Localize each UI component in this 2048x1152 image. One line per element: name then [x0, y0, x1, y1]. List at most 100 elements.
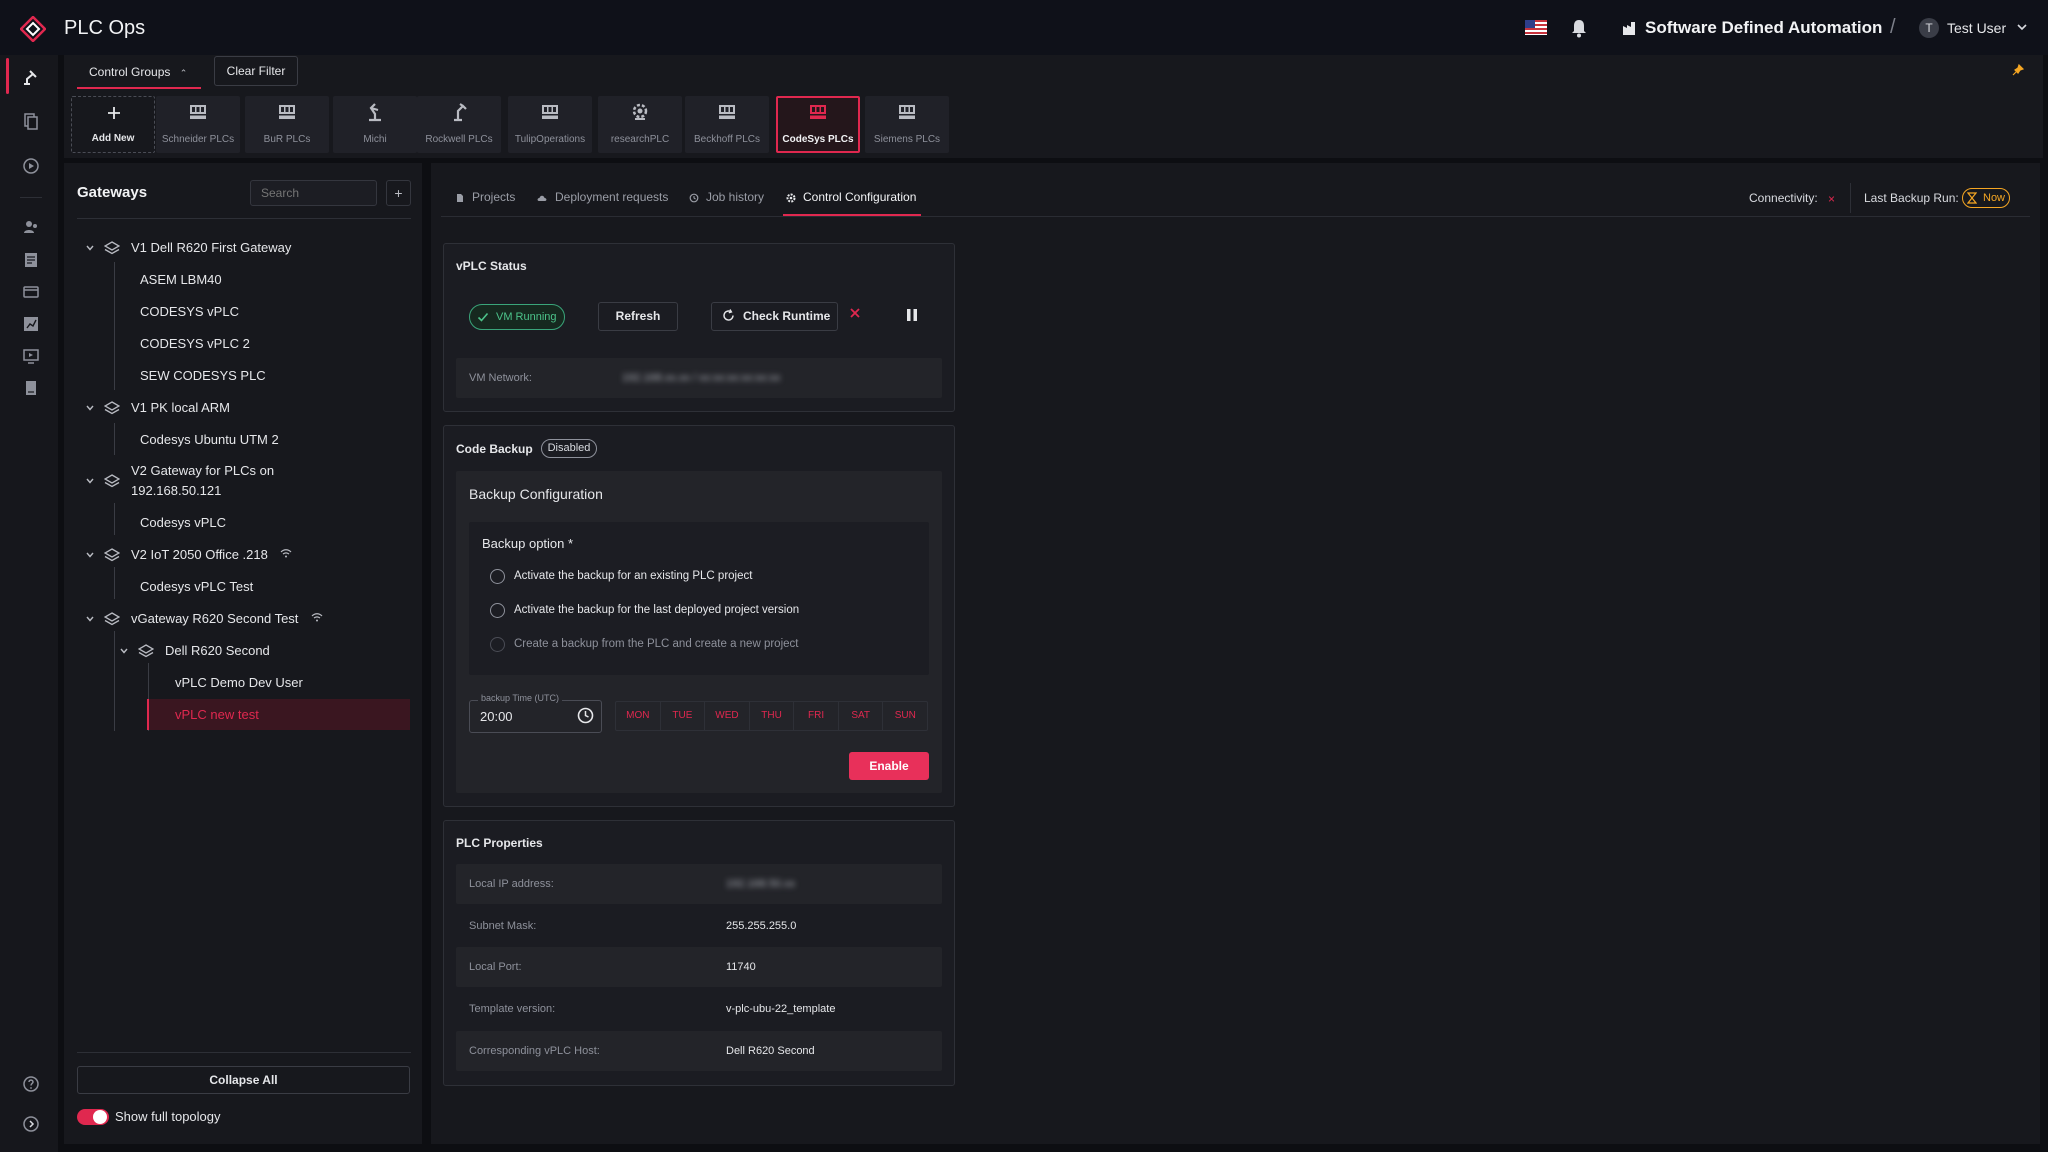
day-toggle-tue[interactable]: TUE [661, 702, 706, 730]
chevron-down-icon[interactable] [85, 403, 95, 413]
gateway-layers-icon [104, 401, 120, 415]
last-backup-label: Last Backup Run: [1864, 191, 1959, 205]
gateway-search-input[interactable] [250, 180, 377, 206]
play-circle-icon[interactable] [22, 157, 40, 175]
help-icon[interactable] [22, 1075, 40, 1093]
tree-guide-line [114, 423, 115, 455]
tree-gateway-label[interactable]: vGateway R620 Second Test [131, 611, 298, 626]
documents-icon[interactable] [22, 112, 40, 130]
enable-backup-button[interactable]: Enable [849, 752, 929, 780]
monitor-icon[interactable] [22, 347, 40, 365]
day-toggle-sun[interactable]: SUN [883, 702, 927, 730]
user-name[interactable]: Test User [1947, 20, 2006, 36]
group-tile-label: researchPLC [610, 134, 670, 145]
tree-plc-item[interactable]: CODESYS vPLC [140, 304, 239, 319]
tree-plc-item[interactable]: Codesys Ubuntu UTM 2 [140, 432, 279, 447]
tree-plc-item[interactable]: CODESYS vPLC 2 [140, 336, 250, 351]
day-toggle-wed[interactable]: WED [705, 702, 750, 730]
plc-icon [899, 105, 915, 119]
app-logo-icon[interactable] [20, 16, 46, 42]
tree-gateway-label[interactable]: V1 Dell R620 First Gateway [131, 240, 291, 255]
day-toggle-sat[interactable]: SAT [839, 702, 884, 730]
backup-status-badge: Disabled [541, 439, 597, 458]
tree-plc-item[interactable]: Codesys vPLC [140, 515, 226, 530]
chevron-down-icon[interactable] [85, 614, 95, 624]
tree-plc-item[interactable]: Codesys vPLC Test [140, 579, 253, 594]
tree-guide-line [114, 567, 115, 599]
close-icon[interactable] [848, 306, 862, 320]
tree-subgateway-label[interactable]: Dell R620 Second [165, 643, 270, 658]
backup-option-radio-existing[interactable] [490, 569, 505, 584]
code-backup-title: Code Backup [456, 442, 533, 456]
tree-plc-item[interactable]: SEW CODESYS PLC [140, 368, 266, 383]
list-icon[interactable] [22, 251, 40, 269]
plc-icon [190, 105, 206, 119]
plc-icon [719, 105, 735, 119]
group-tile-research[interactable]: researchPLC [598, 96, 682, 153]
group-tile-siemens[interactable]: Siemens PLCs [865, 96, 949, 153]
backup-time-value[interactable]: 20:00 [480, 709, 513, 724]
tab-job-history[interactable]: Job history [706, 190, 764, 204]
robot-arm-icon[interactable] [22, 68, 40, 86]
book-icon[interactable] [22, 379, 40, 397]
weekday-selector: MON TUE WED THU FRI SAT SUN [615, 701, 928, 731]
tab-control-configuration[interactable]: Control Configuration [803, 190, 916, 204]
us-flag-icon[interactable] [1525, 20, 1547, 35]
refresh-icon [723, 309, 734, 321]
property-value: v-plc-ubu-22_template [726, 1003, 836, 1015]
expand-rail-icon[interactable] [22, 1115, 40, 1133]
tree-guide-line [114, 631, 115, 731]
backup-option-radio-last-deployed[interactable] [490, 603, 505, 618]
notification-bell-icon[interactable] [1570, 18, 1588, 38]
day-toggle-thu[interactable]: THU [750, 702, 795, 730]
tree-gateway-label[interactable]: V2 IoT 2050 Office .218 [131, 547, 268, 562]
add-gateway-button[interactable]: + [386, 180, 411, 206]
group-tile-rockwell[interactable]: Rockwell PLCs [417, 96, 501, 153]
context-title[interactable]: Software Defined Automation [1645, 18, 1882, 38]
group-tile-bur[interactable]: BuR PLCs [245, 96, 329, 153]
tree-gateway-label[interactable]: V2 Gateway for PLCs on [131, 463, 274, 478]
tree-plc-item[interactable]: ASEM LBM40 [140, 272, 222, 287]
pin-icon[interactable] [2012, 64, 2024, 76]
group-tile-beckhoff[interactable]: Beckhoff PLCs [685, 96, 769, 153]
chevron-down-icon[interactable] [85, 243, 95, 253]
backup-option-label: Backup option * [482, 536, 574, 551]
collapse-all-button[interactable]: Collapse All [77, 1066, 410, 1094]
add-new-group-button[interactable]: Add New [71, 96, 155, 153]
property-value: 255.255.255.0 [726, 920, 797, 932]
tab-deployment-requests[interactable]: Deployment requests [555, 190, 668, 204]
backup-option-label-existing[interactable]: Activate the backup for an existing PLC … [514, 570, 752, 582]
backup-configuration-title: Backup Configuration [469, 486, 603, 502]
clock-icon[interactable] [577, 707, 594, 724]
chart-icon[interactable] [22, 315, 40, 333]
property-label: Corresponding vPLC Host: [469, 1045, 600, 1057]
tree-plc-item[interactable]: vPLC Demo Dev User [175, 675, 303, 690]
card-icon[interactable] [22, 283, 40, 301]
users-icon[interactable] [22, 218, 40, 236]
chevron-down-icon[interactable] [85, 550, 95, 560]
clear-filter-button[interactable]: Clear Filter [214, 56, 298, 86]
chevron-down-icon[interactable] [119, 646, 129, 656]
tree-gateway-label-line2[interactable]: 192.168.50.121 [131, 483, 221, 498]
avatar[interactable]: T [1919, 18, 1939, 38]
backup-option-label-last-deployed[interactable]: Activate the backup for the last deploye… [514, 604, 799, 616]
group-tile-codesys[interactable]: CodeSys PLCs [776, 96, 860, 153]
group-tile-tulip[interactable]: TulipOperations [508, 96, 592, 153]
chevron-down-icon[interactable] [85, 476, 95, 486]
tab-projects[interactable]: Projects [472, 190, 515, 204]
cloud-upload-icon [537, 195, 547, 201]
pause-icon[interactable] [906, 308, 918, 322]
day-toggle-mon[interactable]: MON [616, 702, 661, 730]
gateway-layers-icon [104, 474, 120, 488]
chevron-down-icon[interactable] [2015, 20, 2029, 34]
refresh-button[interactable]: Refresh [598, 302, 678, 331]
gear-cluster-icon [632, 103, 648, 120]
group-tile-schneider[interactable]: Schneider PLCs [156, 96, 240, 153]
gear-icon [786, 193, 796, 203]
group-tile-michi[interactable]: Michi [333, 96, 417, 153]
day-toggle-fri[interactable]: FRI [794, 702, 839, 730]
history-icon [689, 193, 699, 203]
tree-plc-item-selected[interactable]: vPLC new test [175, 707, 259, 722]
control-groups-dropdown[interactable]: Control Groups ⌃ [77, 56, 201, 89]
tree-gateway-label[interactable]: V1 PK local ARM [131, 400, 230, 415]
